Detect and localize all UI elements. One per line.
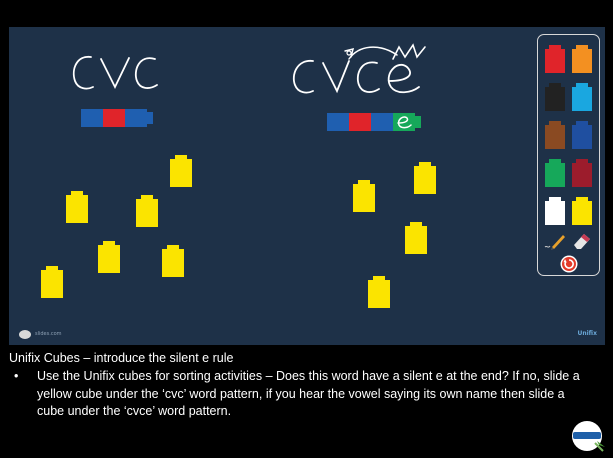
cvc-handwriting — [72, 56, 158, 90]
bullet-dot: • — [14, 369, 19, 383]
whiteboard-canvas[interactable]: slides.com Unifix — [9, 27, 605, 345]
yellow-cube[interactable] — [405, 222, 427, 254]
blue-cube — [81, 109, 103, 127]
reset-icon[interactable] — [560, 255, 578, 273]
pencil-icon[interactable] — [543, 231, 567, 251]
palette-black-cube[interactable] — [545, 83, 565, 111]
red-cube — [349, 113, 371, 131]
yellow-cube[interactable] — [66, 191, 88, 223]
cube-palette — [537, 34, 600, 276]
yellow-cube[interactable] — [170, 155, 192, 187]
palette-green-cube[interactable] — [545, 159, 565, 187]
yellow-cube[interactable] — [368, 276, 390, 308]
palette-blue-cube[interactable] — [572, 121, 592, 149]
yellow-cube[interactable] — [414, 162, 436, 194]
e-letter-drawing — [397, 116, 412, 129]
blue-cube — [125, 109, 147, 127]
cvc-cube-bar[interactable] — [81, 109, 153, 127]
palette-maroon-cube[interactable] — [572, 159, 592, 187]
palette-yellow-cube[interactable] — [572, 197, 592, 225]
blue-cube — [371, 113, 393, 131]
yellow-cube[interactable] — [98, 241, 120, 273]
cube-nub — [415, 116, 421, 128]
slides-logo-icon — [19, 330, 31, 339]
yellow-cube[interactable] — [41, 266, 63, 298]
blue-cube — [327, 113, 349, 131]
palette-white-cube[interactable] — [545, 197, 565, 225]
eraser-icon[interactable] — [571, 231, 593, 251]
cvce-cube-bar[interactable] — [327, 113, 421, 131]
caption-bullet: • Use the Unifix cubes for sorting activ… — [14, 368, 594, 421]
yellow-cube[interactable] — [353, 180, 375, 212]
palette-cyan-cube[interactable] — [572, 83, 592, 111]
brand-label: Unifix — [577, 330, 597, 337]
yellow-cube[interactable] — [136, 195, 158, 227]
slides-logo-text: slides.com — [35, 331, 62, 337]
caption-bullet-text: Use the Unifix cubes for sorting activit… — [37, 369, 580, 418]
palette-red-cube[interactable] — [545, 45, 565, 73]
palette-orange-cube[interactable] — [572, 45, 592, 73]
cube-nub — [147, 112, 153, 124]
yellow-cube[interactable] — [162, 245, 184, 277]
palette-brown-cube[interactable] — [545, 121, 565, 149]
caption-title: Unifix Cubes – introduce the silent e ru… — [9, 351, 234, 365]
green-cube-silent-e — [393, 113, 415, 131]
cvce-handwriting — [292, 43, 426, 94]
literacy-badge-icon — [572, 421, 605, 452]
red-cube — [103, 109, 125, 127]
